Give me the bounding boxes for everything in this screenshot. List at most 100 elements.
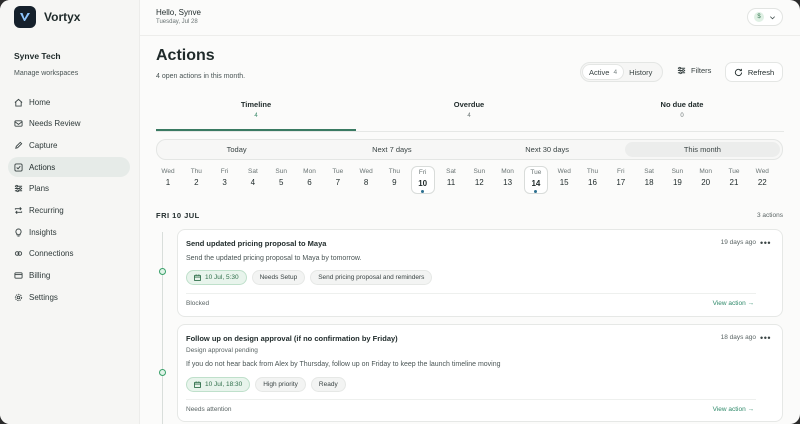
day-name: Sat <box>644 168 654 175</box>
due-date-chip[interactable]: 10 Jul, 5:30 <box>186 270 247 285</box>
day-number: 17 <box>616 178 626 187</box>
day-number: 5 <box>278 178 284 187</box>
action-card[interactable]: Follow up on design approval (if no conf… <box>177 324 783 422</box>
sidebar-nav: Home Needs Review Capture Actions Plans … <box>8 92 130 309</box>
sidebar-item-needs-review[interactable]: Needs Review <box>8 114 130 134</box>
day-cell[interactable]: Sat 18 <box>637 166 661 194</box>
day-cell[interactable]: Mon 13 <box>496 166 520 194</box>
sidebar-item-home[interactable]: Home <box>8 92 130 112</box>
day-cell[interactable]: Mon 20 <box>694 166 718 194</box>
active-toggle-button[interactable]: Active 4 <box>583 65 624 79</box>
day-name: Tue <box>728 168 740 175</box>
action-status: Blocked <box>186 300 210 307</box>
range-today[interactable]: Today <box>159 142 314 157</box>
day-number: 10 <box>418 179 428 188</box>
sidebar-item-actions[interactable]: Actions <box>8 157 130 178</box>
plug-icon <box>14 251 23 257</box>
day-cell[interactable]: Sun 19 <box>665 166 689 194</box>
refresh-button[interactable]: Refresh <box>725 62 783 82</box>
day-number: 13 <box>503 178 513 187</box>
sidebar-item-capture[interactable]: Capture <box>8 135 130 155</box>
filters-button[interactable]: Filters <box>677 66 711 75</box>
day-cell[interactable]: Tue 21 <box>722 166 746 194</box>
day-cell[interactable]: Fri 17 <box>609 166 633 194</box>
sidebar: Vortyx Synve Tech Manage workspaces Home… <box>0 0 140 424</box>
sidebar-item-billing[interactable]: Billing <box>8 266 130 286</box>
tab-overdue[interactable]: Overdue 4 <box>369 100 569 119</box>
day-name: Mon <box>699 168 713 175</box>
tab-no-due-date[interactable]: No due date 0 <box>582 100 782 119</box>
day-cell[interactable]: Wed 8 <box>354 166 378 194</box>
tab-label: Timeline <box>240 100 272 109</box>
day-name: Tue <box>332 168 344 175</box>
day-number: 20 <box>701 178 711 187</box>
history-toggle-button[interactable]: History <box>623 65 658 79</box>
more-options-button[interactable]: ••• <box>760 238 771 248</box>
day-name: Tue <box>530 169 542 176</box>
sidebar-item-insights[interactable]: Insights <box>8 222 130 242</box>
day-number: 11 <box>446 178 456 187</box>
day-cell[interactable]: Fri 10 <box>410 166 435 194</box>
day-number: 3 <box>222 178 227 187</box>
date-group-label: FRI 10 JUL <box>156 211 200 220</box>
day-cell[interactable]: Wed 1 <box>156 166 180 194</box>
day-cell[interactable]: Fri 3 <box>213 166 237 194</box>
due-date-chip[interactable]: 10 Jul, 18:30 <box>186 377 251 392</box>
action-age: 18 days ago <box>720 334 756 341</box>
sidebar-item-label: Home <box>29 97 51 107</box>
day-cell[interactable]: Tue 14 <box>523 166 548 194</box>
manage-workspaces-link[interactable]: Manage workspaces <box>14 70 78 77</box>
has-actions-dot <box>421 190 425 193</box>
day-name: Wed <box>557 168 571 175</box>
day-number: 21 <box>729 178 739 187</box>
range-next-7-days[interactable]: Next 7 days <box>314 142 469 157</box>
range-next-30-days[interactable]: Next 30 days <box>470 142 625 157</box>
view-action-link[interactable]: View action → <box>713 406 754 413</box>
sidebar-item-connections[interactable]: Connections <box>8 244 130 264</box>
action-chips: 10 Jul, 5:30 Needs Setup Send pricing pr… <box>186 270 433 285</box>
action-description: If you do not hear back from Alex by Thu… <box>186 361 501 368</box>
day-cell[interactable]: Thu 16 <box>581 166 605 194</box>
day-cell[interactable]: Tue 7 <box>326 166 350 194</box>
day-name: Sun <box>275 168 287 175</box>
tag-chip: Needs Setup <box>251 270 306 285</box>
sidebar-item-settings[interactable]: Settings <box>8 287 130 307</box>
day-cell[interactable]: Sat 11 <box>439 166 463 194</box>
day-name: Sat <box>248 168 258 175</box>
currency-selector[interactable]: $ <box>747 8 783 26</box>
day-cell[interactable]: Sun 5 <box>269 166 293 194</box>
range-this-month[interactable]: This month <box>624 142 780 157</box>
refresh-label: Refresh <box>747 67 775 77</box>
day-cell[interactable]: Wed 22 <box>750 166 774 194</box>
active-history-toggle: Active 4 History <box>580 62 663 82</box>
day-cell[interactable]: Mon 6 <box>298 166 322 194</box>
day-cell[interactable]: Sat 4 <box>241 166 265 194</box>
filters-label: Filters <box>691 66 712 75</box>
day-name: Thu <box>388 168 400 175</box>
day-strip: Wed 1 Thu 2 Fri 3 Sat 4 Sun 5 Mon 6 Tue 7 Wed 8 Thu 9 Fri 1… <box>156 166 784 196</box>
day-cell[interactable]: Sun 12 <box>467 166 491 194</box>
day-cell[interactable]: Wed 15 <box>552 166 576 194</box>
day-cell[interactable]: Thu 9 <box>382 166 406 194</box>
action-title: Follow up on design approval (if no conf… <box>186 334 398 343</box>
due-date-label: 10 Jul, 5:30 <box>205 274 239 281</box>
day-cell[interactable]: Thu 2 <box>184 166 208 194</box>
sidebar-item-label: Actions <box>29 162 56 172</box>
sidebar-item-recurring[interactable]: Recurring <box>8 200 130 220</box>
card-divider <box>186 293 756 294</box>
view-action-link[interactable]: View action → <box>713 300 754 307</box>
sidebar-item-plans[interactable]: Plans <box>8 179 130 199</box>
more-options-button[interactable]: ••• <box>760 333 771 343</box>
active-count: 4 <box>613 68 618 76</box>
action-card[interactable]: Send updated pricing proposal to Maya 19… <box>177 229 783 317</box>
sidebar-item-label: Plans <box>29 184 50 194</box>
sidebar-item-label: Needs Review <box>29 119 81 129</box>
due-date-label: 10 Jul, 18:30 <box>205 381 243 388</box>
tab-timeline[interactable]: Timeline 4 <box>156 100 356 131</box>
day-number: 8 <box>363 178 369 187</box>
action-subtitle: Design approval pending <box>186 347 258 354</box>
day-name: Sun <box>473 168 486 175</box>
brand[interactable]: Vortyx <box>14 6 80 28</box>
day-number: 19 <box>672 178 682 187</box>
timeline-dot <box>159 268 166 275</box>
